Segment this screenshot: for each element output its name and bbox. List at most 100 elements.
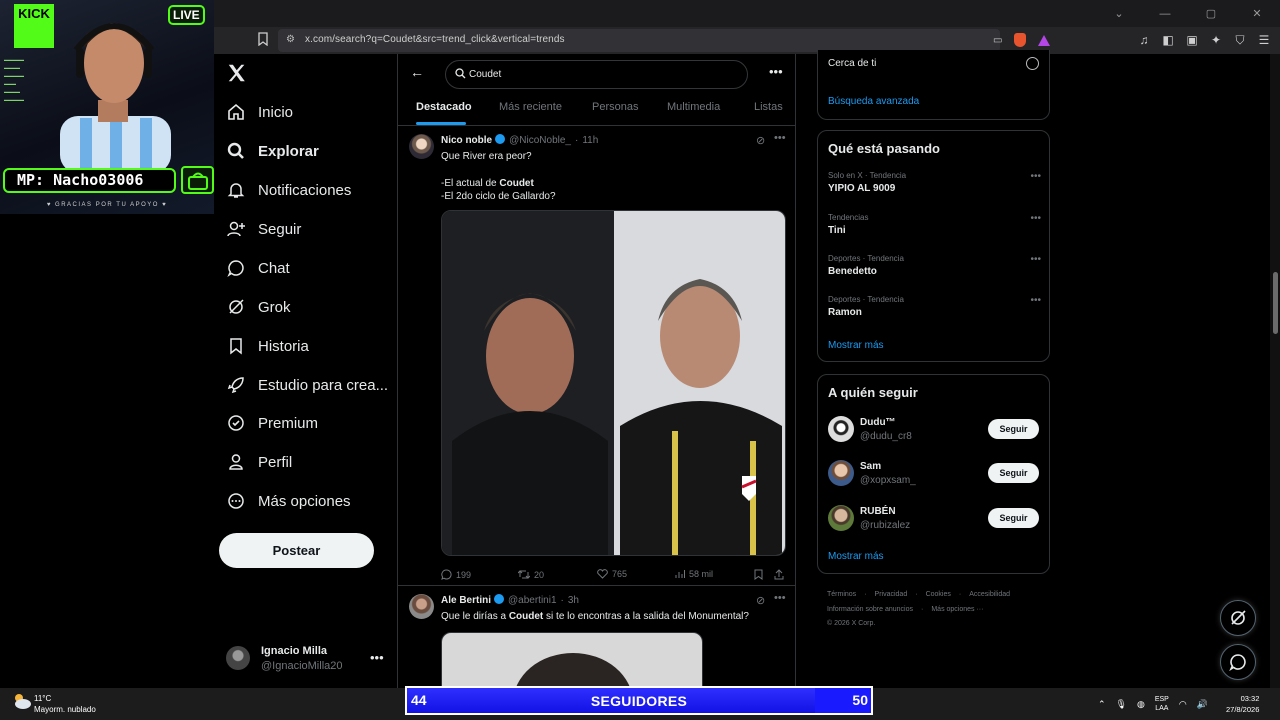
footer-link[interactable]: Más opciones ··· — [931, 606, 983, 613]
trends-show-more[interactable]: Mostrar más — [828, 340, 884, 351]
nav-item-history[interactable]: Historia — [226, 331, 309, 361]
advanced-search-link[interactable]: Búsqueda avanzada — [828, 96, 919, 107]
scrollbar-thumb[interactable] — [1273, 272, 1278, 334]
avatar[interactable] — [409, 594, 434, 619]
tweet-author-name[interactable]: Ale Bertini — [441, 595, 491, 606]
more-icon[interactable]: ••• — [1030, 254, 1041, 265]
tab-lists[interactable]: Listas — [754, 101, 783, 113]
sidebar-icon[interactable]: ◧ — [1160, 31, 1176, 49]
grok-fab-button[interactable] — [1220, 600, 1256, 636]
near-you-radio[interactable] — [1026, 57, 1039, 70]
tweet-author-handle[interactable]: @NicoNoble_ — [509, 135, 571, 146]
retweet-button[interactable]: 20 — [518, 569, 544, 580]
cast-icon[interactable]: ▭ — [993, 35, 1002, 46]
wifi-icon[interactable]: ◠ — [1179, 699, 1187, 710]
avatar[interactable] — [409, 134, 434, 159]
reply-button[interactable]: 199 — [441, 569, 471, 580]
nav-item-chat[interactable]: Chat — [226, 253, 290, 283]
follow-suggestion[interactable]: Sam @xopxsam_ Seguir — [828, 458, 1041, 488]
footer-link[interactable]: Privacidad — [875, 591, 908, 598]
tweet-image[interactable] — [441, 632, 703, 688]
follow-name[interactable]: Dudu™ — [860, 417, 896, 428]
tweet[interactable]: Nico noble @NicoNoble_ · 11h ⊘ ••• Que Rive… — [398, 126, 795, 585]
microphone-icon[interactable]: 🎙 — [1116, 699, 1127, 710]
more-icon[interactable]: ••• — [769, 64, 783, 79]
tweet-author-name[interactable]: Nico noble — [441, 135, 492, 146]
nav-item-grok[interactable]: Grok — [226, 292, 291, 322]
follow-name[interactable]: Sam — [860, 461, 881, 472]
language-indicator[interactable]: ESP LAA — [1155, 695, 1169, 713]
site-info-icon[interactable]: ⚙ — [286, 34, 295, 45]
page-scrollbar[interactable] — [1270, 54, 1280, 688]
nav-item-profile[interactable]: Perfil — [226, 447, 292, 477]
nav-item-creator-studio[interactable]: Estudio para crea... — [226, 370, 388, 400]
nav-item-explore[interactable]: Explorar — [226, 136, 319, 166]
window-minimize-button[interactable]: — — [1142, 0, 1188, 27]
menu-icon[interactable]: ☰ — [1256, 31, 1272, 49]
tweet-image[interactable] — [441, 210, 786, 556]
brave-rewards-icon[interactable] — [1038, 34, 1051, 46]
volume-icon[interactable]: 🔊 — [1197, 699, 1208, 710]
post-button[interactable]: Postear — [219, 533, 374, 568]
footer-link[interactable]: Términos — [827, 591, 856, 598]
nav-item-follow[interactable]: Seguir — [226, 214, 301, 244]
follow-suggestion[interactable]: Dudu™ @dudu_cr8 Seguir — [828, 414, 1041, 444]
more-icon[interactable]: ••• — [370, 650, 384, 665]
footer-link[interactable]: Información sobre anuncios — [827, 606, 913, 613]
address-url[interactable]: x.com/search?q=Coudet&src=trend_click&ve… — [305, 34, 565, 45]
avatar[interactable] — [828, 460, 854, 486]
messages-fab-button[interactable] — [1220, 644, 1256, 680]
tweet[interactable]: Ale Bertini @abertini1 · 3h ⊘ ••• Que le di… — [398, 586, 795, 688]
tab-latest[interactable]: Más reciente — [499, 101, 562, 113]
media-icon[interactable]: ♫ — [1136, 31, 1152, 49]
nav-item-premium[interactable]: Premium — [226, 408, 318, 438]
nav-item-more-options[interactable]: Más opciones — [226, 486, 351, 516]
window-maximize-button[interactable]: ▢ — [1188, 0, 1234, 27]
back-arrow-icon[interactable]: ← — [410, 64, 424, 80]
footer-link[interactable]: Accesibilidad — [969, 591, 1010, 598]
follow-handle[interactable]: @rubizalez — [860, 520, 910, 531]
nav-item-home[interactable]: Inicio — [226, 97, 293, 127]
tab-people[interactable]: Personas — [592, 101, 638, 113]
share-button[interactable] — [774, 569, 784, 580]
follow-name[interactable]: RUBÉN — [860, 506, 896, 517]
follow-button[interactable]: Seguir — [988, 419, 1039, 439]
weather-widget[interactable]: 11°C Mayorm. nublado — [12, 692, 96, 715]
grok-explain-icon[interactable]: ⊘ — [756, 134, 765, 147]
trend-item[interactable]: Solo en X · Tendencia YIPIO AL 9009 ••• — [828, 171, 1041, 201]
chevron-up-icon[interactable]: ⌃ — [1098, 699, 1106, 710]
clock[interactable]: 03:32 27/8/2026 — [1226, 693, 1259, 715]
avatar[interactable] — [828, 416, 854, 442]
bookmark-button[interactable] — [754, 569, 763, 580]
more-icon[interactable]: ••• — [1030, 171, 1041, 182]
follow-show-more[interactable]: Mostrar más — [828, 551, 884, 562]
like-button[interactable]: 765 — [597, 569, 627, 579]
views-button[interactable]: 58 mil — [675, 569, 713, 579]
follow-button[interactable]: Seguir — [988, 463, 1039, 483]
follow-button[interactable]: Seguir — [988, 508, 1039, 528]
window-dropdown-icon[interactable]: ⌄ — [1096, 0, 1142, 27]
trend-item[interactable]: Deportes · Tendencia Benedetto ••• — [828, 254, 1041, 284]
tweet-time[interactable]: 3h — [568, 595, 579, 606]
nav-item-notifications[interactable]: Notificaciones — [226, 175, 351, 205]
follow-handle[interactable]: @dudu_cr8 — [860, 431, 912, 442]
more-icon[interactable]: ••• — [1030, 213, 1041, 224]
window-close-button[interactable]: ✕ — [1234, 0, 1280, 27]
follow-handle[interactable]: @xopxsam_ — [860, 475, 916, 486]
x-logo-icon[interactable] — [226, 62, 248, 84]
account-switcher[interactable]: Ignacio Milla @IgnacioMilla20 ••• — [226, 642, 391, 678]
tweet-time[interactable]: 11h — [582, 135, 598, 146]
trend-item[interactable]: Deportes · Tendencia Ramon ••• — [828, 295, 1041, 325]
network-icon[interactable]: ◍ — [1137, 699, 1145, 710]
vpn-icon[interactable]: ⛉ — [1232, 31, 1248, 49]
follow-suggestion[interactable]: RUBÉN @rubizalez Seguir — [828, 503, 1041, 533]
leo-ai-icon[interactable]: ✦ — [1208, 31, 1224, 49]
trend-item[interactable]: Tendencias Tini ••• — [828, 213, 1041, 243]
tab-media[interactable]: Multimedia — [667, 101, 720, 113]
tweet-author-handle[interactable]: @abertini1 — [508, 595, 557, 606]
tab-featured[interactable]: Destacado — [416, 101, 472, 113]
wallet-icon[interactable]: ▣ — [1184, 31, 1200, 49]
search-box[interactable]: Coudet — [445, 60, 748, 89]
footer-link[interactable]: Cookies — [926, 591, 951, 598]
more-icon[interactable]: ••• — [774, 592, 786, 604]
